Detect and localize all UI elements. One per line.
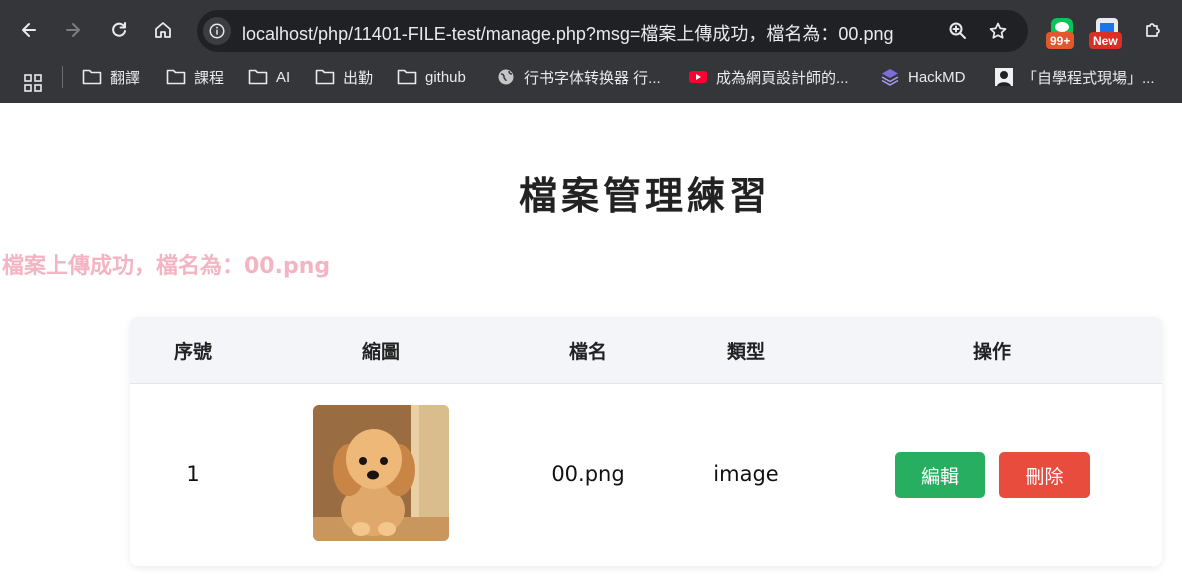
bookmark-folder[interactable]: github <box>397 65 466 89</box>
header-type: 類型 <box>726 341 765 363</box>
browser-chrome: localhost/php/11401-FILE-test/manage.php… <box>0 0 1182 103</box>
bookmark-label: github <box>425 68 466 86</box>
puzzle-icon <box>1146 23 1160 37</box>
bookmark-folder[interactable]: 翻譯 <box>82 65 140 89</box>
forward-button[interactable] <box>58 15 88 45</box>
bookmark-label: 翻譯 <box>110 69 141 87</box>
bookmark-label: 行书字体转换器 行... <box>524 69 661 87</box>
bookmark-folder[interactable]: 出勤 <box>315 65 373 89</box>
apps-grid-icon[interactable] <box>23 73 43 93</box>
browser-toolbar: localhost/php/11401-FILE-test/manage.php… <box>0 0 1182 62</box>
reload-icon <box>112 22 126 37</box>
arrow-left-icon <box>22 23 36 37</box>
bookmark-label: AI <box>276 68 291 86</box>
globe-icon <box>498 69 514 85</box>
bookmark-label: 出勤 <box>343 69 374 87</box>
cell-index: 1 <box>186 462 200 486</box>
files-table: 序號 縮圖 檔名 類型 操作 1 00.png image 編輯 刪除 <box>130 317 1162 566</box>
cell-filename: 00.png <box>551 462 625 486</box>
bookmark-label: 成為網頁設計師的... <box>716 69 849 87</box>
header-filename: 檔名 <box>568 341 607 363</box>
url-text[interactable]: localhost/php/11401-FILE-test/manage.php… <box>242 20 893 46</box>
arrow-right-icon <box>66 23 80 37</box>
header-actions: 操作 <box>972 341 1011 363</box>
back-button[interactable] <box>14 15 44 45</box>
edit-button[interactable]: 編輯 <box>895 452 985 498</box>
address-bar[interactable]: localhost/php/11401-FILE-test/manage.php… <box>197 10 1028 52</box>
extension-badge: New <box>1089 32 1122 49</box>
bookmarks-separator <box>62 66 63 88</box>
home-icon <box>155 22 171 38</box>
page-content: 檔案管理練習 檔案上傳成功，檔名為：00.png 序號 縮圖 檔名 類型 操作 … <box>0 103 1182 588</box>
star-icon[interactable] <box>988 21 1008 41</box>
zoom-icon[interactable] <box>948 21 968 41</box>
bookmark-folder[interactable]: AI <box>248 65 290 89</box>
folder-icon <box>248 69 268 85</box>
delete-button[interactable]: 刪除 <box>999 452 1090 498</box>
table-row: 1 00.png image 編輯 刪除 <box>130 384 1162 566</box>
bookmark-label: 課程 <box>194 69 225 87</box>
upload-status-message: 檔案上傳成功，檔名為：00.png <box>2 254 331 279</box>
extensions-button[interactable] <box>1138 15 1168 45</box>
site-info-button[interactable] <box>203 17 231 45</box>
info-icon <box>209 23 225 39</box>
table-header: 序號 縮圖 檔名 類型 操作 <box>130 317 1162 384</box>
hackmd-icon <box>881 69 899 86</box>
bookmark-link[interactable]: 行书字体转换器 行... <box>496 65 661 89</box>
header-thumbnail: 縮圖 <box>361 341 400 363</box>
cell-type: image <box>713 462 779 486</box>
bookmark-link[interactable]: 成為網頁設計師的... <box>688 65 849 89</box>
home-button[interactable] <box>148 15 178 45</box>
bookmark-link[interactable]: HackMD <box>880 65 966 89</box>
header-index: 序號 <box>173 341 212 363</box>
folder-icon <box>397 69 417 85</box>
folder-icon <box>166 69 186 85</box>
avatar-icon <box>995 68 1013 86</box>
bookmark-label: 「自學程式現場」... <box>1022 69 1155 87</box>
bookmark-link[interactable]: 「自學程式現場」... <box>994 65 1155 89</box>
thumbnail-image <box>313 405 449 541</box>
reload-button[interactable] <box>104 15 134 45</box>
puppy-thumbnail-icon <box>313 405 449 541</box>
folder-icon <box>82 69 102 85</box>
youtube-icon <box>689 71 707 83</box>
folder-icon <box>315 69 335 85</box>
bookmark-label: HackMD <box>908 68 966 86</box>
page-title: 檔案管理練習 <box>518 174 771 218</box>
extension-badge: 99+ <box>1046 32 1075 49</box>
bookmark-folder[interactable]: 課程 <box>166 65 224 89</box>
